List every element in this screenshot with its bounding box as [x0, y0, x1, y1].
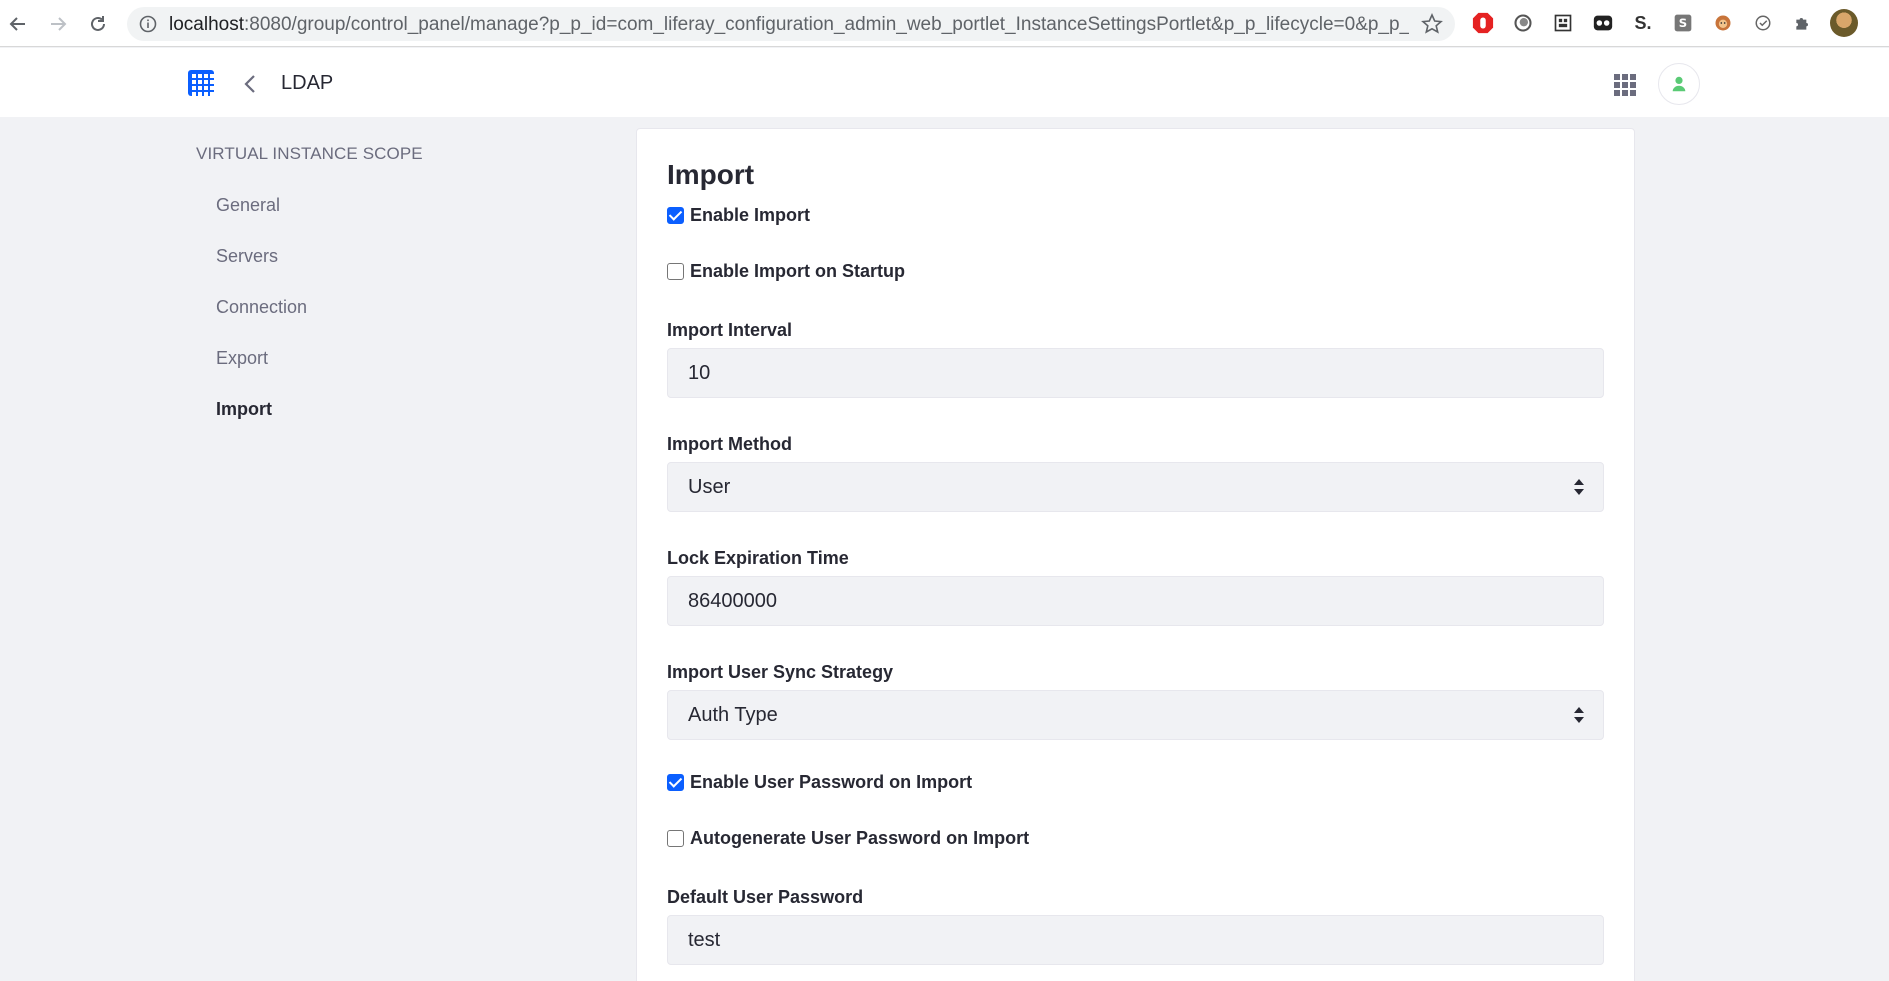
- import-method-value: User: [688, 476, 731, 498]
- autogen-password-label: Autogenerate User Password on Import: [690, 827, 1030, 848]
- browser-toolbar: localhost:8080/group/control_panel/manag…: [0, 0, 1889, 47]
- s-square-extension-icon[interactable]: S: [1671, 11, 1695, 35]
- enable-import-startup-checkbox-row[interactable]: Enable Import on Startup: [667, 261, 905, 281]
- dollar-extension-icon[interactable]: S.: [1631, 11, 1655, 35]
- adblock-extension-icon[interactable]: [1471, 11, 1495, 35]
- back-chevron-icon[interactable]: [240, 70, 260, 98]
- back-arrow-icon[interactable]: [4, 10, 32, 38]
- lock-expiration-input[interactable]: 86400000: [667, 576, 1604, 626]
- forward-arrow-icon[interactable]: [44, 10, 72, 38]
- address-bar[interactable]: localhost:8080/group/control_panel/manag…: [127, 7, 1455, 41]
- enable-import-startup-checkbox[interactable]: [667, 262, 684, 280]
- bookmark-star-icon[interactable]: [1421, 13, 1443, 35]
- puzzle-extensions-icon[interactable]: [1791, 11, 1815, 35]
- check-extension-icon[interactable]: [1751, 11, 1775, 35]
- default-password-input[interactable]: test: [667, 915, 1604, 965]
- select-caret-icon: [1574, 707, 1584, 723]
- autogen-password-checkbox-row[interactable]: Autogenerate User Password on Import: [667, 828, 1029, 848]
- enable-password-checkbox[interactable]: [667, 773, 684, 791]
- user-icon: [1672, 76, 1686, 92]
- url-text[interactable]: localhost:8080/group/control_panel/manag…: [169, 15, 1409, 35]
- autogen-password-checkbox[interactable]: [667, 829, 684, 847]
- import-method-label: Import Method: [667, 434, 792, 454]
- enable-import-label: Enable Import: [690, 204, 811, 225]
- grid-extension-icon[interactable]: [1551, 11, 1575, 35]
- sidebar-item-servers[interactable]: Servers: [216, 246, 278, 267]
- sidebar-item-import[interactable]: Import: [216, 399, 272, 420]
- monkey-extension-icon[interactable]: [1711, 11, 1735, 35]
- select-caret-icon: [1574, 479, 1584, 495]
- svg-text:S: S: [1679, 16, 1687, 30]
- enable-password-checkbox-row[interactable]: Enable User Password on Import: [667, 772, 972, 792]
- sync-strategy-select[interactable]: Auth Type: [667, 690, 1604, 740]
- enable-import-startup-label: Enable Import on Startup: [690, 260, 906, 281]
- enable-import-checkbox-row[interactable]: Enable Import: [667, 205, 810, 225]
- sidebar-heading: VIRTUAL INSTANCE SCOPE: [196, 144, 423, 163]
- applications-menu-icon[interactable]: [1614, 74, 1636, 96]
- import-interval-input[interactable]: 10: [667, 348, 1604, 398]
- reload-icon[interactable]: [84, 10, 112, 38]
- default-password-label: Default User Password: [667, 887, 864, 907]
- mask-extension-icon[interactable]: [1591, 11, 1615, 35]
- import-interval-label: Import Interval: [667, 320, 793, 340]
- enable-import-checkbox[interactable]: [667, 206, 684, 224]
- page-title: LDAP: [281, 72, 334, 94]
- user-avatar-button[interactable]: [1658, 63, 1700, 105]
- profile-avatar[interactable]: [1830, 9, 1858, 37]
- product-menu-icon[interactable]: [188, 70, 214, 96]
- sidebar-item-general[interactable]: General: [216, 195, 280, 216]
- sheet-title: Import: [667, 159, 755, 190]
- sidebar-item-connection[interactable]: Connection: [216, 297, 307, 318]
- sync-strategy-value: Auth Type: [688, 704, 778, 726]
- sync-strategy-label: Import User Sync Strategy: [667, 662, 894, 682]
- enable-password-label: Enable User Password on Import: [690, 771, 973, 792]
- import-method-select[interactable]: User: [667, 462, 1604, 512]
- sidebar-item-export[interactable]: Export: [216, 348, 268, 369]
- circle-extension-icon[interactable]: [1511, 11, 1535, 35]
- info-icon[interactable]: [139, 15, 157, 33]
- lock-expiration-label: Lock Expiration Time: [667, 548, 849, 568]
